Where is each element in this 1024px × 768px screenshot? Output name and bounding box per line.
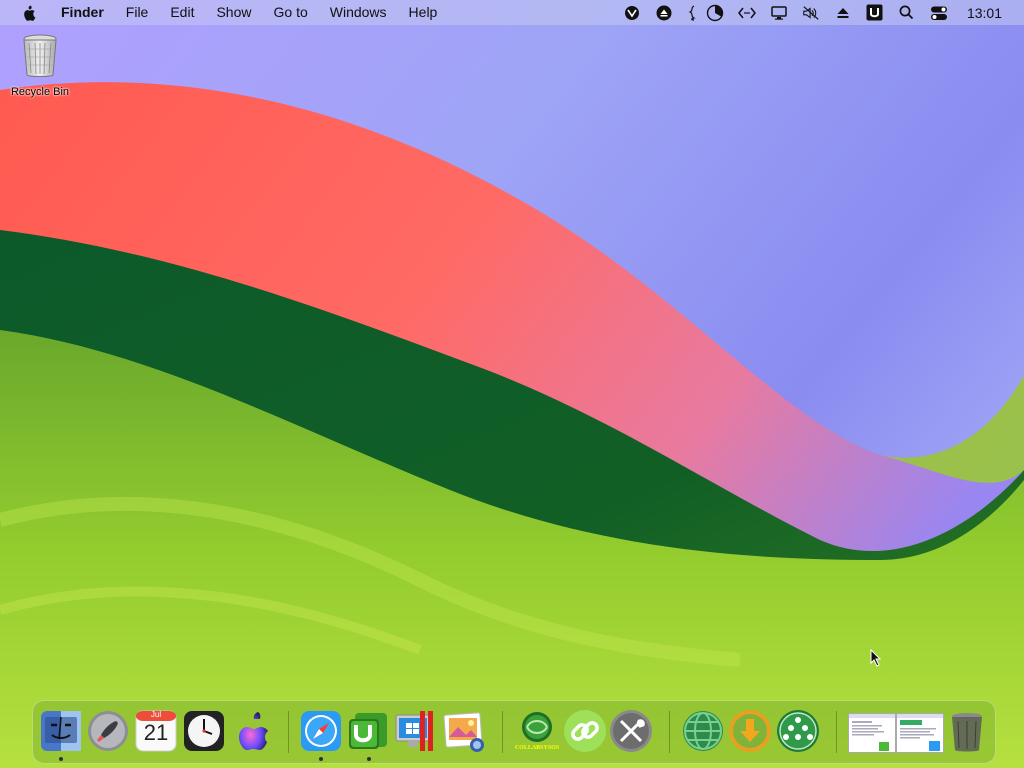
menu-windows[interactable]: Windows	[319, 0, 398, 25]
finder-running-dot	[59, 757, 63, 761]
recycle-bin[interactable]: Recycle Bin	[6, 33, 74, 98]
menu-file[interactable]: File	[115, 0, 160, 25]
downloads-icon[interactable]	[728, 709, 772, 753]
clock-icon[interactable]	[182, 709, 226, 753]
vpn-icon[interactable]	[623, 4, 641, 22]
calendar-month: Jul	[150, 710, 162, 719]
u-icon[interactable]	[866, 4, 884, 22]
trash-icon[interactable]	[945, 709, 989, 753]
dock: Jul 21 COLLABSYSOS	[32, 700, 996, 764]
calendar-day: 21	[143, 720, 169, 745]
menu-edit[interactable]: Edit	[159, 0, 205, 25]
utorrent-icon[interactable]	[347, 709, 391, 753]
dock-separator	[502, 711, 503, 753]
collabsysos-icon[interactable]: COLLABSYSOS	[515, 709, 559, 753]
status-area: 13:01	[616, 0, 1024, 25]
code-icon[interactable]	[737, 4, 756, 22]
pie-icon[interactable]	[706, 4, 724, 22]
utorrent-running-dot	[367, 757, 371, 761]
menu-help[interactable]: Help	[398, 0, 449, 25]
control-center-icon[interactable]	[930, 4, 948, 22]
apple-logo-icon[interactable]	[21, 5, 37, 21]
display-icon[interactable]	[770, 4, 788, 22]
link-icon[interactable]	[563, 709, 607, 753]
dock-separator	[836, 711, 837, 753]
globe-icon[interactable]	[681, 709, 725, 753]
network-icon[interactable]	[776, 709, 820, 753]
window-thumbnail-1[interactable]	[848, 713, 896, 753]
menu-bar: Finder File Edit Show Go to Windows Help	[0, 0, 1024, 25]
safari-running-dot	[319, 757, 323, 761]
menu-clock[interactable]: 13:01	[967, 5, 1002, 21]
window-thumbnail-2[interactable]	[896, 713, 944, 753]
collabsysos-label: COLLABSYSOS	[514, 745, 560, 751]
recycle-bin-label: Recycle Bin	[10, 86, 70, 98]
search-icon[interactable]	[898, 4, 916, 22]
recycle-bin-icon[interactable]	[21, 33, 59, 84]
eject-icon[interactable]	[834, 4, 852, 22]
calendar-icon[interactable]: Jul 21	[134, 709, 178, 753]
dock-separator	[288, 711, 289, 753]
safari-icon[interactable]	[299, 709, 343, 753]
dock-separator	[669, 711, 670, 753]
mute-icon[interactable]	[802, 4, 820, 22]
menu-finder[interactable]: Finder	[50, 0, 115, 25]
preview-icon[interactable]	[442, 709, 486, 753]
siri-icon[interactable]	[230, 709, 274, 753]
menu-go-to[interactable]: Go to	[263, 0, 319, 25]
tools-icon[interactable]	[609, 709, 653, 753]
eject-circle-icon[interactable]	[655, 4, 673, 22]
launchpad-icon[interactable]	[86, 709, 130, 753]
menu-show[interactable]: Show	[205, 0, 262, 25]
bootcamp-icon[interactable]	[394, 709, 438, 753]
finder-icon[interactable]	[39, 709, 83, 753]
mouse-cursor-icon	[870, 648, 882, 672]
stats-icon[interactable]	[687, 4, 697, 22]
